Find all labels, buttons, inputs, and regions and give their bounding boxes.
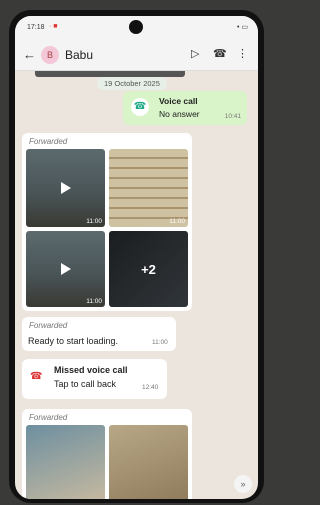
more-count: +2 <box>109 231 188 307</box>
missed-call-icon: ☎ <box>30 371 43 382</box>
forwarded-text-bubble[interactable]: Forwarded Ready to start loading. 11:00 <box>22 317 176 351</box>
message-list[interactable]: 19 October 2025 ☎ Voice call No answer 1… <box>15 71 258 499</box>
status-time: 17:18 <box>27 24 45 31</box>
contact-name[interactable]: Babu <box>65 48 93 62</box>
chat-screen: 17:18 · ■ • ▭ ← B Babu ▷ ☎ ⋮ 19 October … <box>15 16 258 499</box>
outgoing-call-bubble[interactable]: ☎ Voice call No answer 10:41 <box>123 91 247 125</box>
call-title: Voice call <box>159 96 198 106</box>
forwarded-label: Forwarded <box>29 321 68 330</box>
message-time: 12:40 <box>142 384 159 391</box>
scroll-down-icon[interactable]: » <box>234 475 252 493</box>
media-time: 11:00 <box>86 298 102 305</box>
status-bar: 17:18 · ■ • ▭ <box>15 16 258 40</box>
video-thumbnail[interactable]: 11:00 <box>26 231 105 307</box>
image-thumbnail[interactable]: 11:00 <box>109 149 188 227</box>
message-text: Ready to start loading. <box>28 336 119 346</box>
forwarded-label: Forwarded <box>29 413 68 422</box>
media-time: 11:00 <box>86 218 102 225</box>
missed-call-title: Missed voice call <box>54 365 128 375</box>
play-icon <box>60 182 71 194</box>
camera-cutout <box>129 20 143 34</box>
avatar[interactable]: B <box>41 46 59 64</box>
battery-icon: • ▭ <box>236 24 248 31</box>
outgoing-call-icon: ☎ <box>131 98 149 116</box>
image-thumbnail[interactable] <box>109 425 188 499</box>
back-arrow-icon[interactable]: ← <box>23 47 36 62</box>
call-status: No answer <box>159 109 200 119</box>
video-thumbnail[interactable]: 11:00 <box>26 149 105 227</box>
forwarded-media-bubble-2[interactable]: Forwarded <box>22 409 192 499</box>
notification-icons: · ■ <box>49 23 58 30</box>
image-thumbnail[interactable] <box>26 425 105 499</box>
more-media-thumbnail[interactable]: +2 <box>109 231 188 307</box>
phone-frame: 17:18 · ■ • ▭ ← B Babu ▷ ☎ ⋮ 19 October … <box>9 10 264 503</box>
date-chip: 19 October 2025 <box>97 77 167 90</box>
voice-call-icon[interactable]: ☎ <box>213 47 227 60</box>
play-icon <box>60 263 71 275</box>
forwarded-media-bubble[interactable]: Forwarded 11:00 11:00 11:00 +2 <box>22 133 192 311</box>
more-options-icon[interactable]: ⋮ <box>237 47 248 60</box>
message-time: 10:41 <box>224 113 241 120</box>
forwarded-label: Forwarded <box>29 137 68 146</box>
missed-call-bubble[interactable]: ☎ Missed voice call Tap to call back 12:… <box>22 359 167 399</box>
chat-header: ← B Babu ▷ ☎ ⋮ <box>15 40 258 71</box>
missed-call-subtitle: Tap to call back <box>54 379 117 389</box>
media-time: 11:00 <box>169 218 185 225</box>
message-time: 11:00 <box>152 339 168 346</box>
video-call-icon[interactable]: ▷ <box>191 47 199 60</box>
